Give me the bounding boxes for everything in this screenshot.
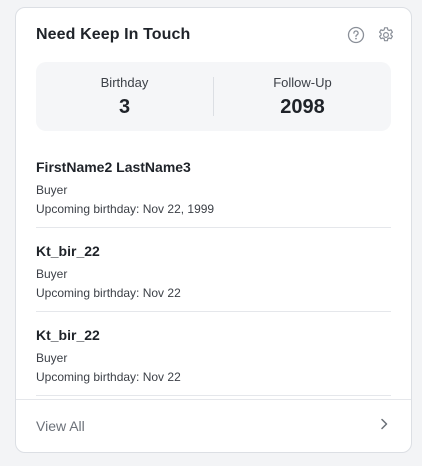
contact-role: Buyer: [36, 183, 68, 197]
contact-name: Kt_bir_22: [36, 243, 100, 259]
contact-name: Kt_bir_22: [36, 327, 100, 343]
contact-name: FirstName2 LastName3: [36, 159, 191, 175]
view-all-label: View All: [36, 418, 85, 434]
card-title: Need Keep In Touch: [36, 26, 191, 43]
stat-follow-up[interactable]: Follow-Up 2098: [214, 62, 391, 131]
contact-birthday: Upcoming birthday: Nov 22: [36, 370, 181, 384]
contact-birthday: Upcoming birthday: Nov 22: [36, 286, 181, 300]
stat-birthday-value: 3: [118, 95, 131, 118]
need-keep-in-touch-card: Need Keep In Touch Birthday 3 Follow-Up …: [15, 7, 412, 453]
view-all-button[interactable]: View All: [16, 399, 411, 452]
contact-list: FirstName2 LastName3 Buyer Upcoming birt…: [36, 144, 391, 396]
stat-follow-up-label: Follow-Up: [273, 74, 332, 90]
card-header: Need Keep In Touch: [36, 23, 395, 47]
gear-icon[interactable]: [377, 26, 395, 44]
contact-list-item[interactable]: FirstName2 LastName3 Buyer Upcoming birt…: [36, 144, 391, 228]
contact-role: Buyer: [36, 267, 68, 281]
stat-birthday[interactable]: Birthday 3: [36, 62, 213, 131]
stat-follow-up-value: 2098: [280, 95, 325, 118]
contact-list-item[interactable]: Kt_bir_22 Buyer Upcoming birthday: Nov 2…: [36, 228, 391, 312]
contact-list-item[interactable]: Kt_bir_22 Buyer Upcoming birthday: Nov 2…: [36, 312, 391, 396]
stat-birthday-label: Birthday: [100, 74, 149, 90]
chevron-right-icon: [377, 417, 391, 436]
help-circle-icon[interactable]: [347, 26, 365, 44]
contact-birthday: Upcoming birthday: Nov 22, 1999: [36, 202, 215, 216]
contact-role: Buyer: [36, 351, 68, 365]
stats-summary: Birthday 3 Follow-Up 2098: [36, 62, 391, 131]
header-actions: [347, 26, 395, 44]
